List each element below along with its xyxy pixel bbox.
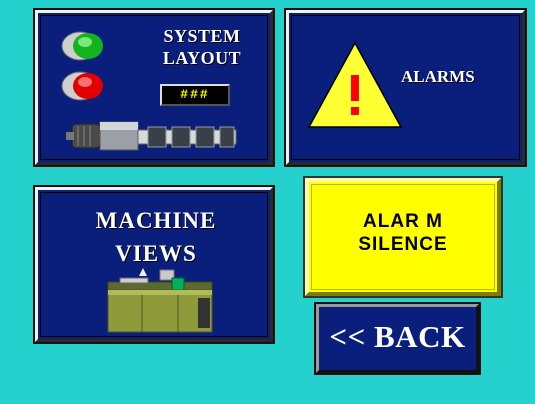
status-display: ### — [160, 84, 230, 106]
machine-views-button[interactable]: MACHINE VIEWS — [33, 185, 275, 344]
back-label: << BACK — [329, 319, 466, 354]
alarm-silence-label: ALAR M SILENCE — [358, 211, 448, 255]
warning-triangle-icon — [307, 41, 403, 128]
alarm-silence-button[interactable]: ALAR M SILENCE — [303, 176, 503, 298]
alarms-title: ALARMS — [401, 67, 475, 86]
alarms-button[interactable]: ALARMS — [284, 8, 527, 167]
injection-machine-icon — [107, 268, 213, 333]
machine-views-title: MACHINE VIEWS — [95, 208, 217, 266]
alarm-silence-title: ALAR M SILENCE — [309, 210, 497, 256]
system-layout-button[interactable]: SYSTEM LAYOUT ### — [33, 8, 275, 167]
red-indicator-light-icon — [61, 71, 103, 101]
motor-conveyor-icon — [66, 121, 237, 151]
green-indicator-light-icon — [61, 31, 103, 61]
back-button[interactable]: << BACK — [314, 302, 481, 375]
system-layout-title: SYSTEM LAYOUT — [162, 26, 242, 68]
